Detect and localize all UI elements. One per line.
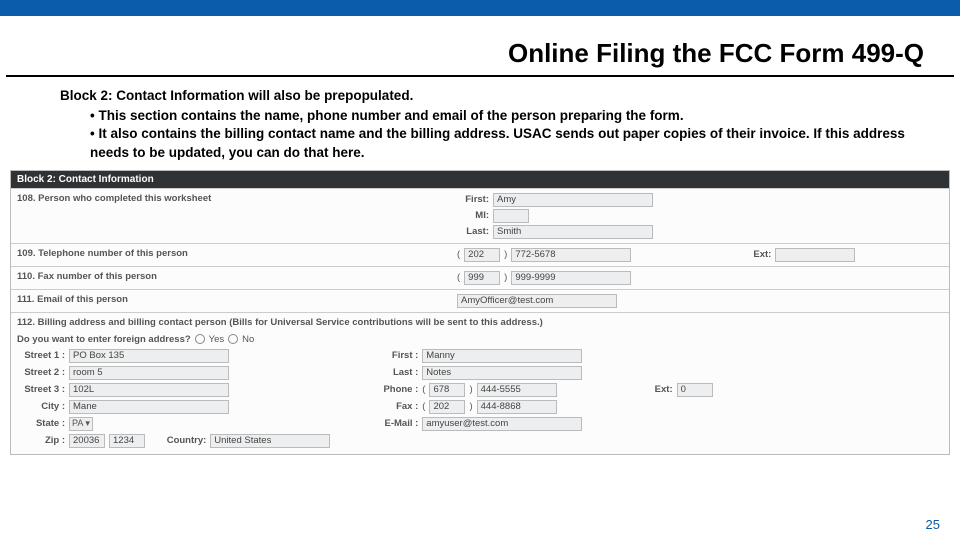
radio-yes[interactable]: [195, 334, 205, 344]
country-label: Country:: [158, 435, 206, 446]
first-input[interactable]: Amy: [493, 193, 653, 207]
email-input[interactable]: AmyOfficer@test.com: [457, 294, 617, 308]
slide-top-bar: [0, 0, 960, 16]
address-block: Street 1 : PO Box 135 Street 2 : room 5 St…: [11, 347, 949, 454]
mi-label: MI:: [457, 210, 489, 221]
street3-input[interactable]: 102L: [69, 383, 229, 397]
page-number: 25: [926, 517, 940, 532]
street3-label: Street 3 :: [17, 384, 65, 395]
area-input[interactable]: 999: [464, 271, 500, 285]
city-input[interactable]: Mane: [69, 400, 229, 414]
fax-num-input[interactable]: 444-8868: [477, 400, 557, 414]
intro-bullet: It also contains the billing contact nam…: [90, 125, 920, 161]
phone-ext-input[interactable]: 0: [677, 383, 713, 397]
row-label: 111. Email of this person: [17, 294, 457, 305]
last-label: Last:: [457, 226, 489, 237]
row-label: 110. Fax number of this person: [17, 271, 457, 282]
bfirst-input[interactable]: Manny: [422, 349, 582, 363]
phone-input[interactable]: 772-5678: [511, 248, 631, 262]
bemail-input[interactable]: amyuser@test.com: [422, 417, 582, 431]
phone-label: Phone :: [370, 384, 418, 395]
country-input[interactable]: United States: [210, 434, 330, 448]
ext-input[interactable]: [775, 248, 855, 262]
blast-label: Last :: [370, 367, 418, 378]
zip-label: Zip :: [17, 435, 65, 446]
row-108: 108. Person who completed this worksheet…: [11, 188, 949, 243]
street1-input[interactable]: PO Box 135: [69, 349, 229, 363]
blast-input[interactable]: Notes: [422, 366, 582, 380]
first-label: First:: [457, 194, 489, 205]
zip2-input[interactable]: 1234: [109, 434, 145, 448]
state-select[interactable]: PA ▾: [69, 417, 93, 431]
row-label: 108. Person who completed this worksheet: [17, 193, 457, 204]
street2-label: Street 2 :: [17, 367, 65, 378]
intro-bullet: This section contains the name, phone nu…: [90, 107, 920, 125]
form-screenshot: Block 2: Contact Information 108. Person…: [10, 170, 950, 455]
street2-input[interactable]: room 5: [69, 366, 229, 380]
street1-label: Street 1 :: [17, 350, 65, 361]
fax-area-input[interactable]: 202: [429, 400, 465, 414]
addr-left-col: Street 1 : PO Box 135 Street 2 : room 5 St…: [17, 349, 330, 448]
page-title: Online Filing the FCC Form 499-Q: [6, 16, 954, 77]
block-header: Block 2: Contact Information: [11, 171, 949, 188]
intro-lead-bold: Block 2:: [60, 88, 113, 103]
fax-input[interactable]: 999-9999: [511, 271, 631, 285]
intro-lead-rest: Contact Information will also be prepopu…: [116, 88, 413, 103]
row-111: 111. Email of this person AmyOfficer@tes…: [11, 289, 949, 312]
mi-input[interactable]: [493, 209, 529, 223]
intro-text: Block 2: Contact Information will also b…: [0, 77, 960, 170]
intro-lead: Block 2: Contact Information will also b…: [60, 88, 413, 103]
fax-label: Fax :: [370, 401, 418, 412]
ext-label: Ext:: [739, 249, 771, 260]
last-input[interactable]: Smith: [493, 225, 653, 239]
row-109: 109. Telephone number of this person (20…: [11, 243, 949, 266]
state-label: State :: [17, 418, 65, 429]
phone-area-input[interactable]: 678: [429, 383, 465, 397]
phone-ext-label: Ext:: [625, 384, 673, 395]
addr-right-col: First :Manny Last :Notes Phone :(678)444…: [370, 349, 712, 448]
yes-label: Yes: [209, 334, 225, 345]
zip1-input[interactable]: 20036: [69, 434, 105, 448]
row-112-header: 112. Billing address and billing contact…: [11, 312, 949, 332]
bemail-label: E-Mail :: [370, 418, 418, 429]
bfirst-label: First :: [370, 350, 418, 361]
area-input[interactable]: 202: [464, 248, 500, 262]
foreign-address-row: Do you want to enter foreign address? Ye…: [11, 332, 949, 347]
foreign-q: Do you want to enter foreign address?: [17, 334, 191, 345]
city-label: City :: [17, 401, 65, 412]
no-label: No: [242, 334, 254, 345]
row-label: 109. Telephone number of this person: [17, 248, 457, 259]
radio-no[interactable]: [228, 334, 238, 344]
row-110: 110. Fax number of this person (999) 999…: [11, 266, 949, 289]
phone-num-input[interactable]: 444-5555: [477, 383, 557, 397]
